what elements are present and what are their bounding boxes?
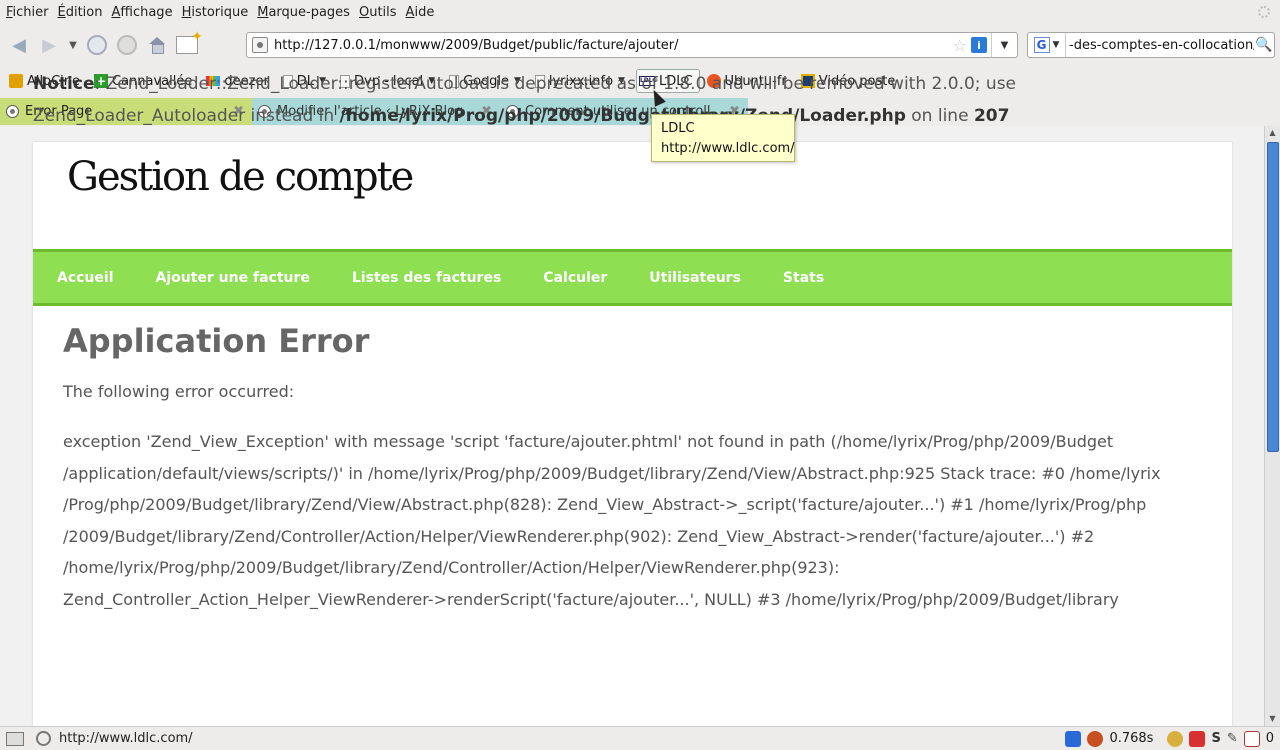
history-dropdown-button[interactable]: ▼ (64, 30, 82, 60)
xmarks-icon[interactable] (1065, 730, 1082, 747)
vertical-scrollbar[interactable]: ▲ ▼ (1264, 126, 1280, 726)
url-dropdown-button[interactable]: ▼ (991, 33, 1017, 57)
google-icon: G (1033, 37, 1050, 53)
nav-link-utilisateurs[interactable]: Utilisateurs (649, 270, 741, 286)
mail-count: 0 (1265, 731, 1274, 746)
menu-marque-pages[interactable]: Marque-pages (253, 5, 354, 20)
new-bookmark-icon (176, 29, 203, 54)
status-addons: 0.768s S ✎ 0 (1065, 730, 1274, 747)
loading-status-icon (36, 731, 51, 746)
search-engine-selector[interactable]: G ▼ (1028, 33, 1066, 57)
stylish-icon[interactable]: ✎ (1227, 731, 1238, 746)
menu-aide[interactable]: Aide (402, 5, 439, 20)
nav-link-accueil[interactable]: Accueil (57, 270, 114, 286)
adblock-icon[interactable] (1189, 730, 1206, 747)
forward-arrow-icon: ▶ (42, 34, 56, 56)
menu-outils[interactable]: Outils (355, 5, 401, 20)
nav-link-listes-factures[interactable]: Listes des factures (352, 270, 501, 286)
load-time-label: 0.768s (1109, 731, 1154, 746)
chevron-down-icon: ▼ (69, 39, 77, 51)
greasemonkey-icon[interactable] (1167, 730, 1184, 747)
status-bar: http://www.ldlc.com/ 0.768s S ✎ 0 (0, 726, 1280, 750)
nav-link-calculer[interactable]: Calculer (543, 270, 607, 286)
status-text: http://www.ldlc.com/ (59, 731, 193, 746)
sidebar-toggle-icon[interactable] (6, 731, 24, 746)
chevron-down-icon: ▼ (1000, 39, 1009, 51)
site-navigation: Accueil Ajouter une facture Listes des f… (33, 249, 1232, 306)
menu-historique[interactable]: Historique (178, 5, 253, 20)
address-bar[interactable]: http://127.0.0.1/monwww/2009/Budget/publ… (246, 32, 1018, 58)
back-arrow-icon: ◀ (12, 34, 26, 56)
skype-icon[interactable]: S (1211, 731, 1220, 746)
mail-icon[interactable] (1243, 730, 1260, 747)
tooltip-url: http://www.ldlc.com/ (661, 141, 795, 156)
menu-edition[interactable]: Édition (54, 5, 107, 20)
reload-button[interactable] (82, 30, 112, 60)
menu-affichage[interactable]: Affichage (107, 5, 176, 20)
bookmark-note-button[interactable] (172, 29, 203, 60)
page-favicon-icon (6, 105, 19, 118)
site-identity-icon[interactable] (252, 37, 268, 53)
firebug-icon[interactable] (1087, 730, 1104, 747)
bookmark-tooltip: LDLC http://www.ldlc.com/ (651, 114, 795, 162)
error-trace: exception 'Zend_View_Exception' with mes… (63, 432, 1161, 609)
throbber-icon (1258, 6, 1270, 18)
menu-fichier[interactable]: Fichier (2, 5, 53, 20)
nav-link-ajouter-facture[interactable]: Ajouter une facture (156, 270, 310, 286)
stop-icon (117, 35, 137, 55)
page-info-icon[interactable]: i (971, 37, 987, 53)
error-intro: The following error occurred: (63, 382, 295, 401)
reload-icon (87, 35, 107, 55)
search-input[interactable]: -des-comptes-en-collocation/ (1066, 38, 1254, 53)
nav-link-stats[interactable]: Stats (783, 270, 824, 286)
chevron-down-icon: ▼ (1052, 40, 1060, 50)
search-bar[interactable]: G ▼ -des-comptes-en-collocation/ 🔍 (1027, 32, 1275, 58)
menu-bar: Fichier Édition Affichage Historique Mar… (0, 0, 1280, 25)
home-icon (148, 37, 166, 54)
tooltip-title: LDLC (661, 121, 695, 136)
home-button[interactable] (142, 30, 172, 60)
scroll-up-arrow-icon[interactable]: ▲ (1265, 126, 1280, 140)
stop-button[interactable] (112, 30, 142, 60)
site-title: Gestion de compte (67, 154, 414, 200)
error-heading: Application Error (63, 322, 370, 360)
url-text[interactable]: http://127.0.0.1/monwww/2009/Budget/publ… (274, 38, 953, 53)
php-notice: Notice: Zend_Loader::Zend_Loader::regist… (33, 74, 1017, 126)
forward-button[interactable]: ▶ (34, 30, 64, 60)
scrollbar-thumb[interactable] (1267, 142, 1279, 452)
allocine-icon (9, 74, 23, 88)
bookmark-star-icon[interactable]: ☆ (953, 36, 967, 55)
scroll-down-arrow-icon[interactable]: ▼ (1265, 712, 1280, 726)
search-icon[interactable]: 🔍 (1254, 37, 1274, 53)
back-button[interactable]: ◀ (4, 30, 34, 60)
